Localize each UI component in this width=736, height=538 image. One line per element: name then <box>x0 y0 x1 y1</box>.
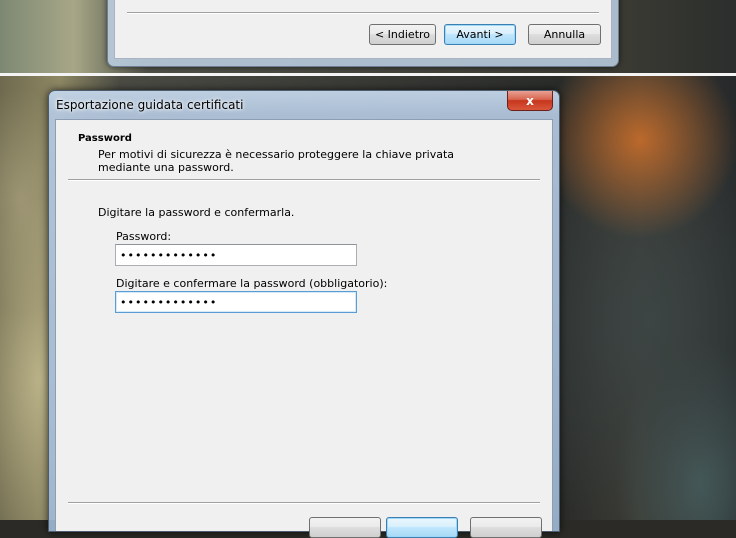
cancel-button-partial[interactable] <box>470 517 542 538</box>
dialog-title: Esportazione guidata certificati <box>56 98 244 112</box>
page-description: Per motivi di sicurezza è necessario pro… <box>98 148 455 174</box>
page-title: Password <box>78 133 132 144</box>
screen-divider <box>0 73 736 76</box>
previous-wizard-client: < Indietro Avanti > Annulla <box>114 0 612 59</box>
password-field[interactable] <box>115 244 357 266</box>
header-separator <box>68 179 540 181</box>
button-separator <box>127 12 599 14</box>
password-label: Password: <box>116 230 172 243</box>
confirm-password-field[interactable] <box>115 291 357 313</box>
dialog-client-area: Password Per motivi di sicurezza è neces… <box>55 119 553 538</box>
back-button[interactable]: < Indietro <box>369 24 436 45</box>
next-button-partial[interactable] <box>386 517 458 538</box>
close-icon: x <box>526 93 534 108</box>
wizard-header: Password Per motivi di sicurezza è neces… <box>56 120 552 178</box>
back-button-partial[interactable] <box>309 517 381 538</box>
cancel-button[interactable]: Annulla <box>528 24 601 45</box>
next-button[interactable]: Avanti > <box>444 24 516 45</box>
instructions-text: Digitare la password e confermarla. <box>98 206 295 219</box>
button-separator <box>68 502 540 504</box>
close-button[interactable]: x <box>507 91 553 111</box>
certificate-export-wizard-dialog: Esportazione guidata certificati x Passw… <box>48 90 560 538</box>
confirm-password-label: Digitare e confermare la password (obbli… <box>116 277 388 290</box>
previous-wizard-window: < Indietro Avanti > Annulla <box>107 0 619 67</box>
